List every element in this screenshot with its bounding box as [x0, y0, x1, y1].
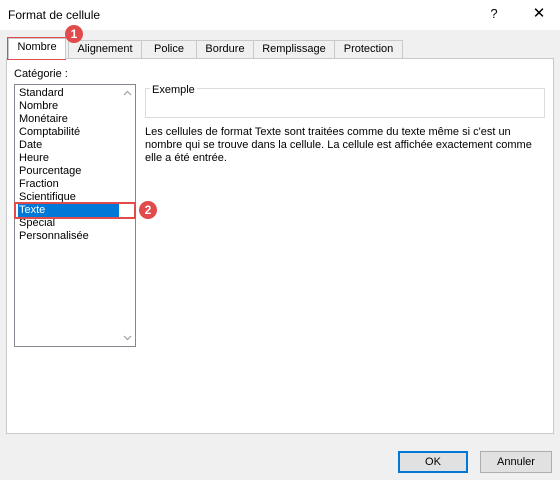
- category-item-heure[interactable]: Heure: [18, 152, 119, 165]
- chevron-up-icon[interactable]: [119, 85, 135, 101]
- category-item-date[interactable]: Date: [18, 139, 119, 152]
- ok-button[interactable]: OK: [398, 451, 468, 473]
- tab-protection[interactable]: Protection: [334, 40, 403, 58]
- chevron-down-icon[interactable]: [119, 330, 135, 346]
- category-item-standard[interactable]: Standard: [18, 87, 119, 100]
- step-badge-2: 2: [139, 201, 157, 219]
- preview-label: Exemple: [150, 84, 197, 96]
- help-button[interactable]: ?: [484, 5, 504, 23]
- preview-box: [145, 88, 545, 118]
- category-item-personnalisee[interactable]: Personnalisée: [18, 230, 119, 243]
- category-item-monetaire[interactable]: Monétaire: [18, 113, 119, 126]
- tab-nombre[interactable]: Nombre: [8, 38, 66, 59]
- category-item-fraction[interactable]: Fraction: [18, 178, 119, 191]
- category-item-nombre[interactable]: Nombre: [18, 100, 119, 113]
- highlight-item-texte: [14, 202, 136, 219]
- window-title: Format de cellule: [8, 8, 101, 22]
- tab-alignement[interactable]: Alignement: [68, 40, 142, 58]
- format-description: Les cellules de format Texte sont traité…: [145, 126, 532, 164]
- tab-bordure[interactable]: Bordure: [196, 40, 254, 58]
- category-item-pourcentage[interactable]: Pourcentage: [18, 165, 119, 178]
- tab-remplissage[interactable]: Remplissage: [253, 40, 335, 58]
- close-button[interactable]: ✕: [527, 3, 551, 25]
- tab-bar: Nombre Alignement Police Bordure Remplis…: [6, 38, 556, 59]
- step-badge-1: 1: [65, 25, 83, 43]
- tab-police[interactable]: Police: [141, 40, 197, 58]
- title-bar: Format de cellule ? ✕: [0, 0, 560, 30]
- category-label: Catégorie :: [14, 68, 68, 80]
- cancel-button[interactable]: Annuler: [480, 451, 552, 473]
- category-item-comptabilite[interactable]: Comptabilité: [18, 126, 119, 139]
